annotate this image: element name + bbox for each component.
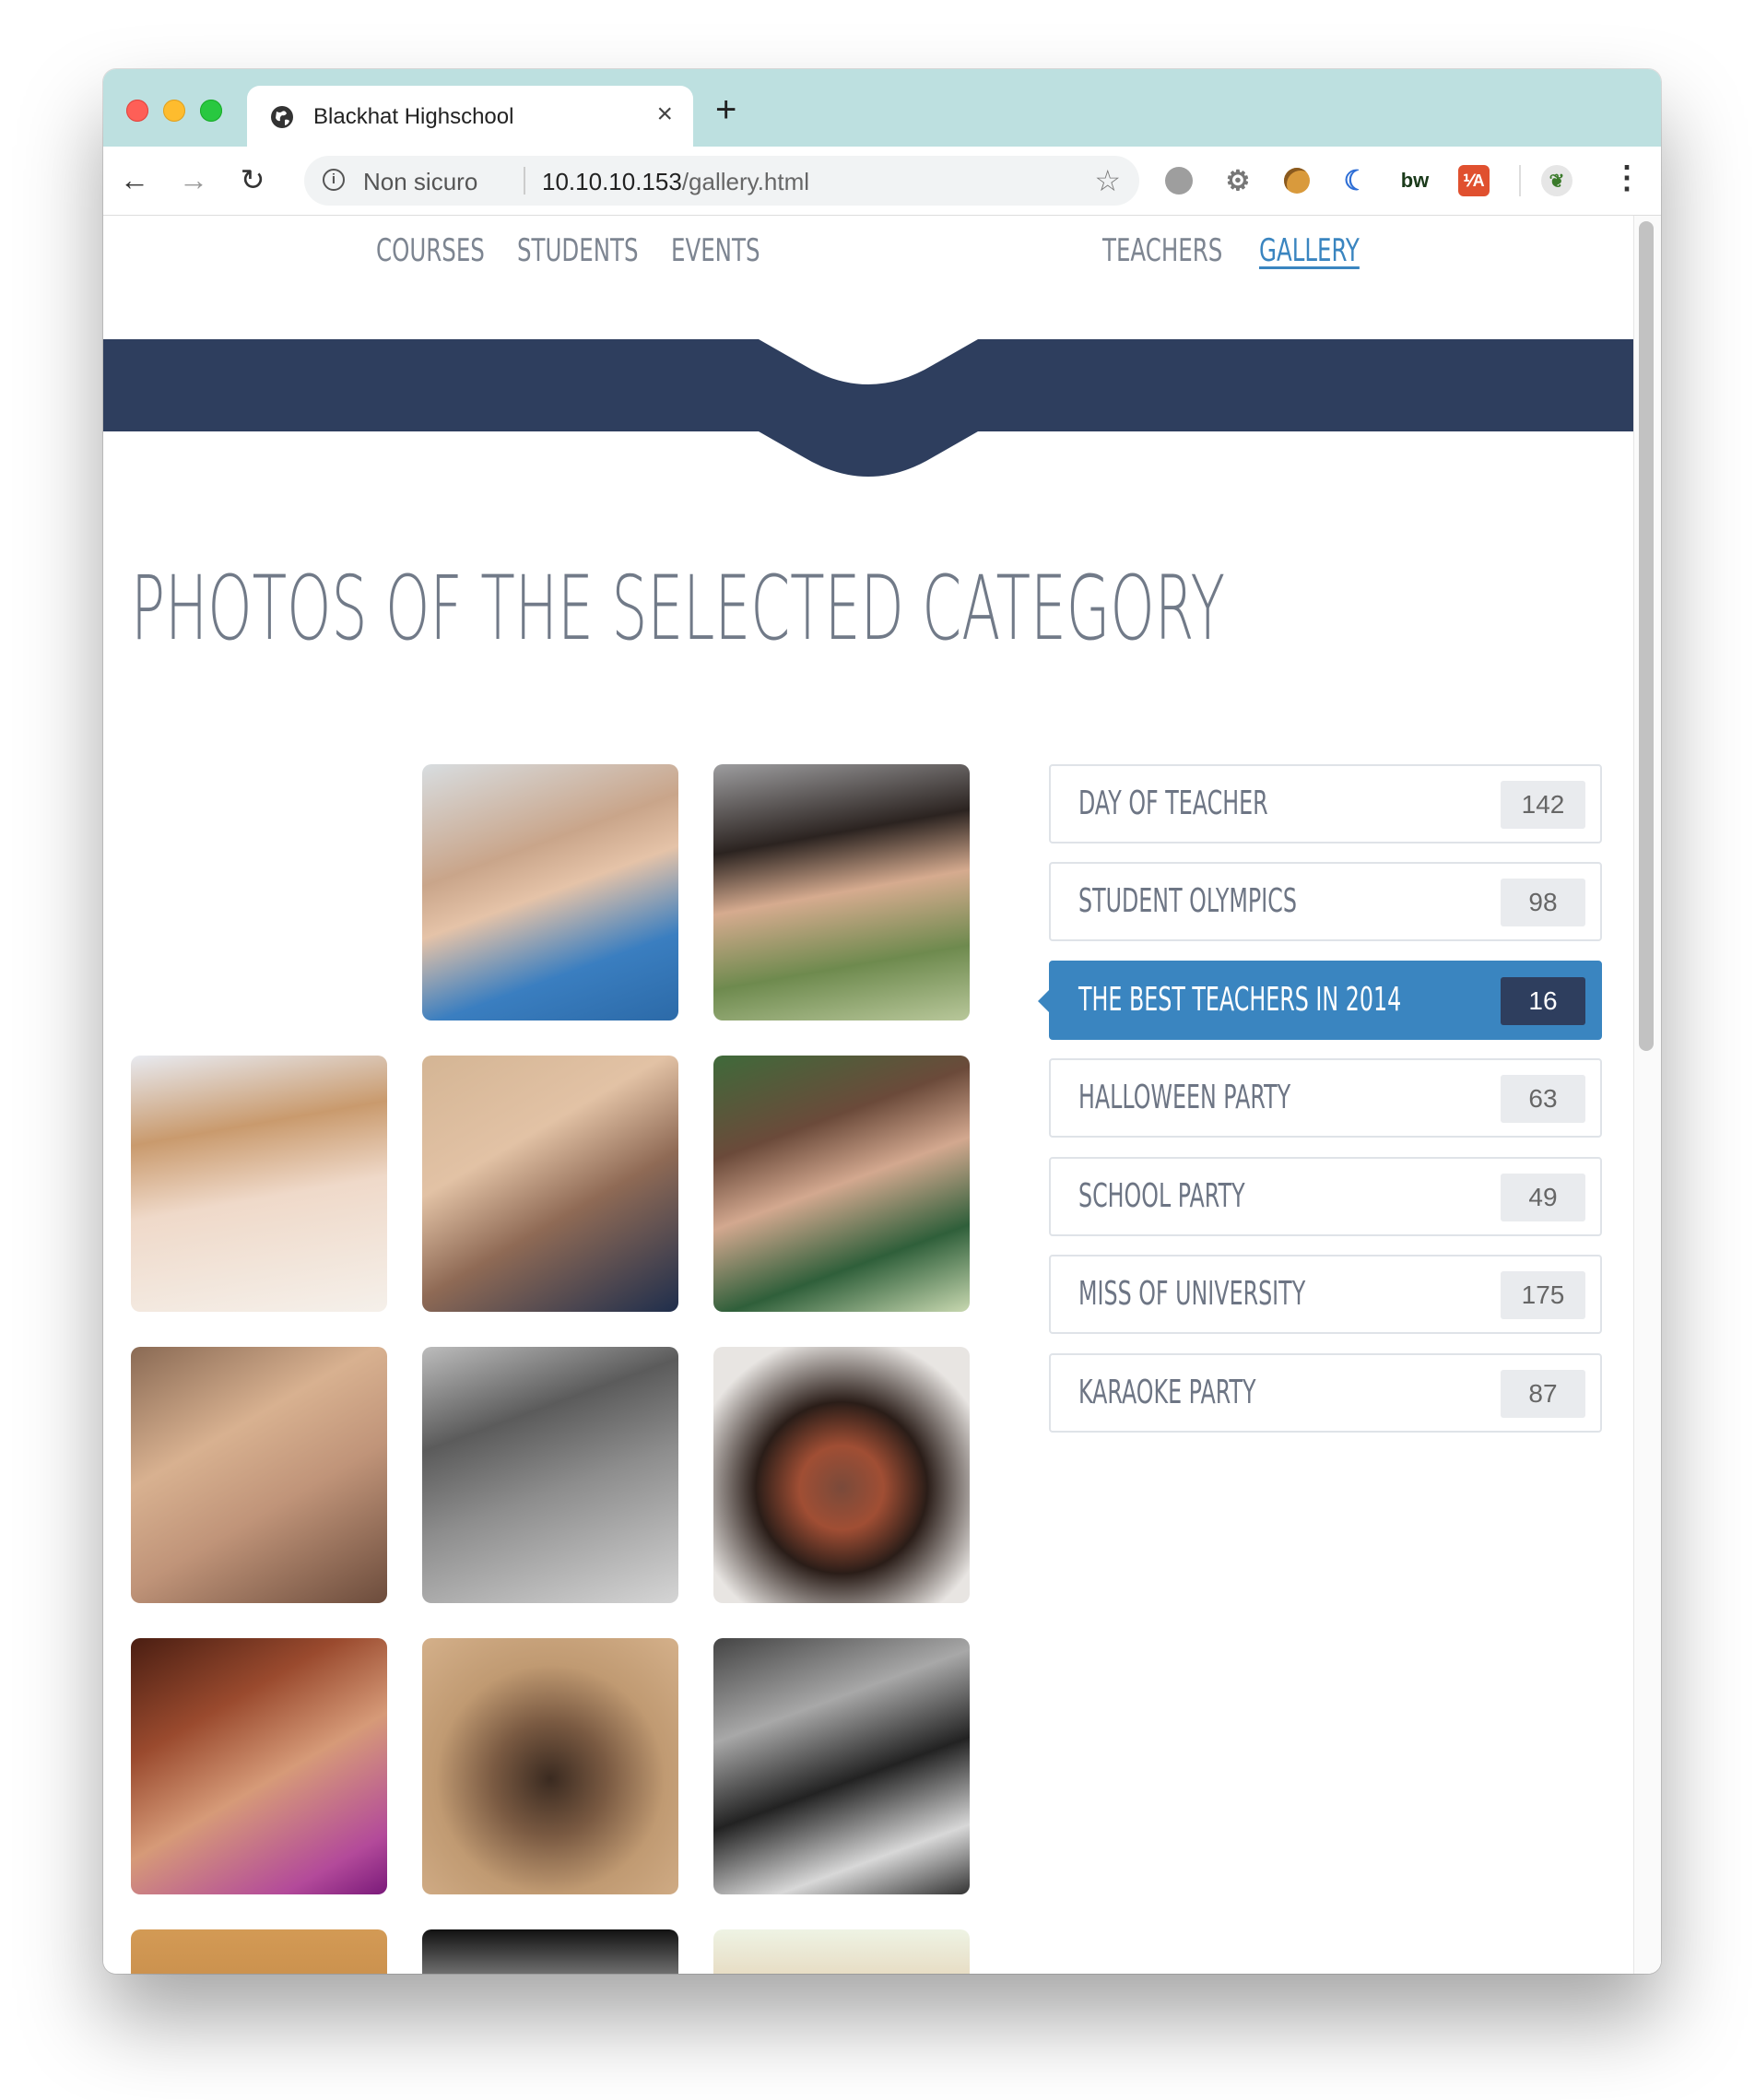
url-text[interactable]: 10.10.10.153/gallery.html [542,168,809,196]
category-item[interactable]: SCHOOL PARTY 49 [1049,1157,1602,1236]
minimize-window-button[interactable] [163,100,185,122]
browser-window: Blackhat Highschool × + ← → ↻ i Non sicu… [103,69,1661,1974]
gear-extension-icon[interactable]: ⚙ [1222,165,1254,196]
category-label: MISS OF UNIVERSITY [1078,1275,1306,1313]
zoom-window-button[interactable] [200,100,222,122]
browser-toolbar: ← → ↻ i Non sicuro 10.10.10.153/gallery.… [103,147,1661,216]
category-label: HALLOWEEN PARTY [1078,1079,1291,1116]
address-bar[interactable]: i Non sicuro 10.10.10.153/gallery.html ☆ [304,156,1139,206]
gallery-photo[interactable] [131,1056,387,1312]
gallery-photo[interactable] [422,1347,678,1603]
category-label: KARAOKE PARTY [1078,1374,1256,1411]
gallery-photo[interactable] [131,1638,387,1894]
page-title: PHOTOS OF THE SELECTED CATEGORY [131,557,1226,660]
gallery-photo[interactable] [131,1347,387,1603]
builtwith-extension-icon[interactable]: bw [1399,165,1431,196]
banner-chevron [103,339,1633,477]
category-label: THE BEST TEACHERS IN 2014 [1078,981,1402,1019]
grey-circle-extension-icon[interactable] [1163,165,1195,196]
extension-divider [1519,165,1521,196]
category-item[interactable]: STUDENT OLYMPICS 98 [1049,862,1602,941]
globe-icon [271,106,293,128]
category-label: DAY OF TEACHER [1078,785,1268,822]
nav-courses[interactable]: COURSES [376,232,485,269]
url-path: /gallery.html [681,168,810,195]
page-viewport: COURSES STUDENTS EVENTS TEACHERS GALLERY… [103,216,1661,1974]
nav-gallery[interactable]: GALLERY [1259,232,1360,269]
category-count-badge: 16 [1501,977,1585,1025]
reload-icon[interactable]: ↻ [234,161,271,198]
gallery-photo[interactable] [713,1056,970,1312]
gallery-photo[interactable] [713,1638,970,1894]
category-label: SCHOOL PARTY [1078,1177,1245,1215]
category-label: STUDENT OLYMPICS [1078,882,1297,920]
gallery-photo[interactable] [131,1929,387,1974]
nav-teachers[interactable]: TEACHERS [1102,232,1222,269]
nav-events[interactable]: EVENTS [671,232,760,269]
gallery-photo[interactable] [422,1638,678,1894]
category-count-badge: 98 [1501,879,1585,926]
security-label[interactable]: Non sicuro [363,168,477,196]
category-count-badge: 49 [1501,1174,1585,1221]
url-host: 10.10.10.153 [542,168,682,195]
nav-students[interactable]: STUDENTS [517,232,639,269]
gallery-photo[interactable] [713,764,970,1021]
wappalyzer-extension-icon[interactable]: ☾ [1340,165,1372,196]
new-tab-button[interactable]: + [715,89,736,131]
gallery-photo[interactable] [422,1056,678,1312]
bookmark-star-icon[interactable]: ☆ [1094,163,1121,198]
gallery-photo[interactable] [713,1347,970,1603]
category-count-badge: 142 [1501,781,1585,829]
scrollbar-thumb[interactable] [1639,221,1654,1051]
tab-bar: Blackhat Highschool × + [103,69,1661,147]
category-item[interactable]: MISS OF UNIVERSITY 175 [1049,1255,1602,1334]
category-item-active[interactable]: THE BEST TEACHERS IN 2014 16 [1038,961,1602,1040]
category-count-badge: 87 [1501,1370,1585,1418]
gallery-photo[interactable] [422,1929,678,1974]
back-arrow-icon[interactable]: ← [116,161,153,198]
browser-tab[interactable]: Blackhat Highschool × [247,86,693,147]
category-item[interactable]: HALLOWEEN PARTY 63 [1049,1058,1602,1138]
tab-title: Blackhat Highschool [313,104,514,129]
browser-menu-icon[interactable]: ⋮ [1611,159,1643,196]
profile-avatar-icon[interactable]: ❦ [1541,165,1572,196]
category-item[interactable]: DAY OF TEACHER 142 [1049,764,1602,844]
gallery-photo[interactable] [422,764,678,1021]
category-count-badge: 63 [1501,1075,1585,1123]
gallery-photo[interactable] [713,1929,970,1974]
close-window-button[interactable] [126,100,148,122]
info-icon[interactable]: i [323,169,345,191]
cookie-extension-icon[interactable] [1281,165,1313,196]
forward-arrow-icon[interactable]: → [175,161,212,198]
close-tab-icon[interactable]: × [656,99,673,130]
address-divider [524,167,525,195]
translate-extension-icon[interactable]: ⅟A [1458,165,1490,196]
category-item[interactable]: KARAOKE PARTY 87 [1049,1353,1602,1433]
category-count-badge: 175 [1501,1271,1585,1319]
